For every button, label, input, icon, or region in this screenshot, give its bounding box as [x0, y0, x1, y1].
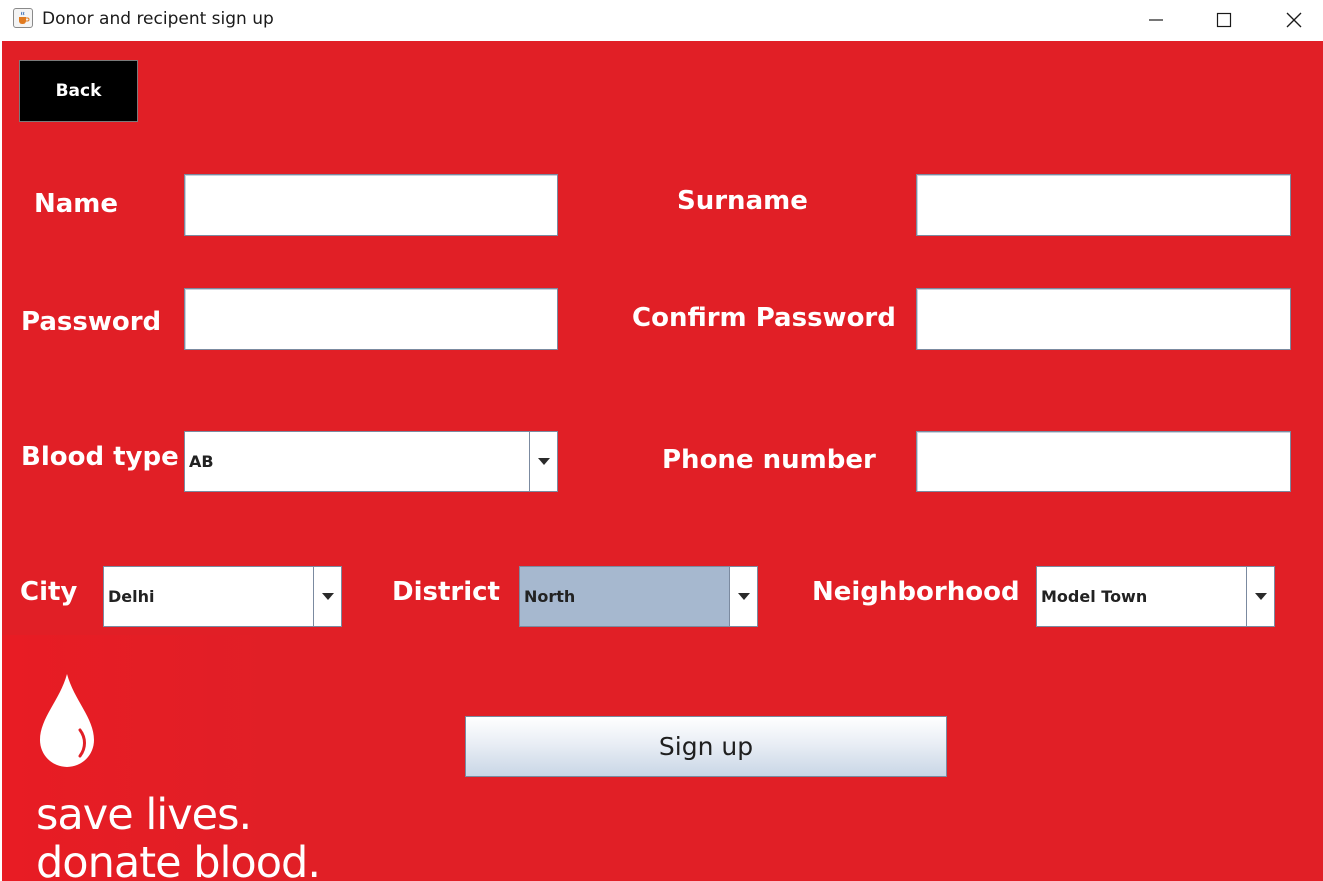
blood-type-label: Blood type	[21, 442, 179, 472]
surname-label: Surname	[677, 186, 808, 216]
logo-slogan-line2: donate blood.	[36, 838, 321, 881]
password-label: Password	[21, 307, 162, 337]
name-label: Name	[34, 189, 119, 219]
blood-type-dropdown-button[interactable]	[529, 432, 557, 491]
neighborhood-label: Neighborhood	[812, 577, 1020, 607]
chevron-down-icon	[322, 592, 334, 600]
chevron-down-icon	[738, 592, 750, 600]
chevron-down-icon	[1255, 592, 1267, 600]
signup-window: Donor and recipent sign up Back Name Sur…	[0, 0, 1323, 881]
chevron-down-icon	[538, 457, 550, 465]
sign-up-button[interactable]: Sign up	[465, 716, 947, 777]
neighborhood-dropdown-button[interactable]	[1246, 567, 1274, 626]
phone-number-label: Phone number	[662, 445, 876, 475]
maximize-icon	[1216, 12, 1232, 28]
phone-number-input[interactable]	[916, 431, 1291, 492]
java-cup-icon	[13, 8, 33, 28]
maximize-button[interactable]	[1189, 0, 1259, 40]
blood-drop-icon	[40, 674, 94, 767]
city-label: City	[20, 577, 78, 607]
form-panel: Back Name Surname Password Confirm Passw…	[2, 41, 1323, 881]
logo-slogan-line1: save lives.	[36, 790, 252, 840]
surname-input[interactable]	[916, 174, 1291, 236]
city-select[interactable]: Delhi	[103, 566, 342, 627]
close-button[interactable]	[1259, 0, 1323, 40]
neighborhood-select[interactable]: Model Town	[1036, 566, 1275, 627]
confirm-password-label: Confirm Password	[632, 303, 896, 333]
city-dropdown-button[interactable]	[313, 567, 341, 626]
district-dropdown-button[interactable]	[729, 567, 757, 626]
password-input[interactable]	[184, 288, 558, 350]
back-button[interactable]: Back	[19, 60, 138, 122]
confirm-password-input[interactable]	[916, 288, 1291, 350]
close-icon	[1286, 12, 1302, 28]
neighborhood-value: Model Town	[1041, 587, 1148, 606]
blood-type-select[interactable]: AB	[184, 431, 558, 492]
blood-type-value: AB	[189, 452, 214, 471]
city-value: Delhi	[108, 587, 155, 606]
minimize-icon	[1149, 19, 1163, 21]
district-value: North	[524, 587, 576, 606]
minimize-button[interactable]	[1121, 0, 1191, 40]
district-select[interactable]: North	[519, 566, 758, 627]
title-bar: Donor and recipent sign up	[0, 0, 1323, 40]
district-label: District	[392, 577, 500, 607]
window-title: Donor and recipent sign up	[42, 9, 274, 29]
name-input[interactable]	[184, 174, 558, 236]
